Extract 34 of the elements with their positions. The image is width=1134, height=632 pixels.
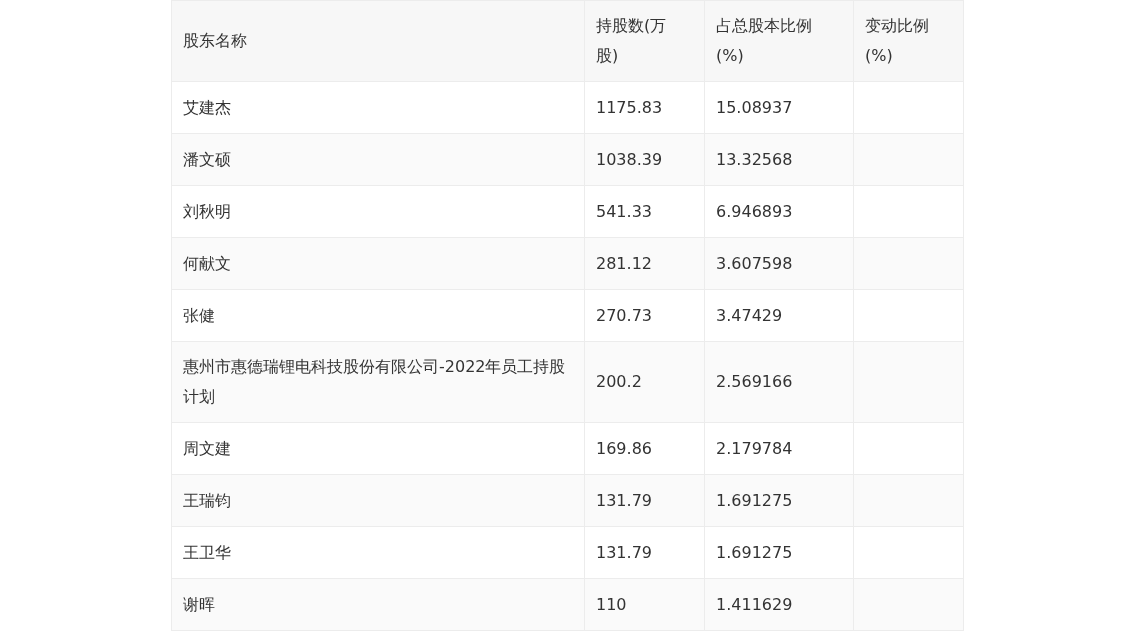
table-cell: 1038.39 <box>584 133 705 186</box>
table-cell: 王瑞钧 <box>171 474 585 527</box>
table-cell: 何献文 <box>171 237 585 290</box>
table-cell: 1.411629 <box>704 578 854 631</box>
table-cell: 2.569166 <box>704 341 854 423</box>
table-cell: 200.2 <box>584 341 705 423</box>
table-cell: 281.12 <box>584 237 705 290</box>
table-cell: 6.946893 <box>704 185 854 238</box>
table-cell: 3.607598 <box>704 237 854 290</box>
table-cell: 王卫华 <box>171 526 585 579</box>
table-cell: 惠州市惠德瑞锂电科技股份有限公司-2022年员工持股计划 <box>171 341 585 423</box>
table-cell: 刘秋明 <box>171 185 585 238</box>
table-cell: 1175.83 <box>584 81 705 134</box>
table-cell: 3.47429 <box>704 289 854 342</box>
table-cell: 13.32568 <box>704 133 854 186</box>
column-header: 持股数(万股) <box>584 0 705 82</box>
table-cell: 169.86 <box>584 422 705 475</box>
table-cell: 艾建杰 <box>171 81 585 134</box>
table-cell: 131.79 <box>584 474 705 527</box>
table-cell: 2.179784 <box>704 422 854 475</box>
table-cell: 131.79 <box>584 526 705 579</box>
column-header: 股东名称 <box>171 0 585 82</box>
table-cell: 15.08937 <box>704 81 854 134</box>
table-cell: 张健 <box>171 289 585 342</box>
table-cell: 1.691275 <box>704 474 854 527</box>
table-cell: 270.73 <box>584 289 705 342</box>
table-cell: 谢晖 <box>171 578 585 631</box>
table-cell: 1.691275 <box>704 526 854 579</box>
table-cell: 541.33 <box>584 185 705 238</box>
table-cell: 110 <box>584 578 705 631</box>
table-cell: 周文建 <box>171 422 585 475</box>
column-header: 变动比例(%) <box>853 0 964 82</box>
table-cell: 潘文硕 <box>171 133 585 186</box>
column-header: 占总股本比例(%) <box>704 0 854 82</box>
